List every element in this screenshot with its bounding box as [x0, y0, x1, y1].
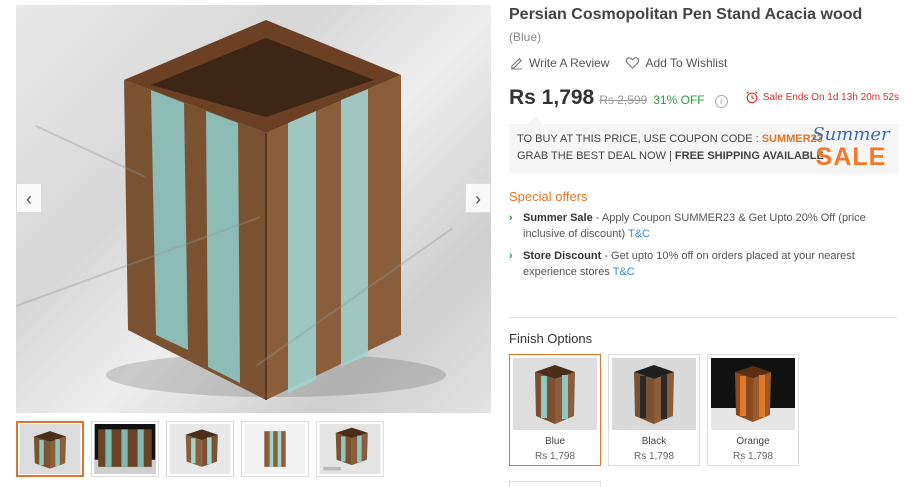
coupon-banner: TO BUY AT THIS PRICE, USE COUPON CODE : …	[509, 116, 899, 174]
product-main-image	[16, 5, 491, 413]
offer-text: Store Discount - Get upto 10% off on ord…	[523, 248, 899, 280]
special-offers-title: Special offers	[509, 189, 588, 204]
thumbnail-image	[244, 424, 306, 474]
finish-name: Black	[641, 436, 667, 447]
gallery-next-button[interactable]: ›	[465, 183, 491, 213]
finish-name: Blue	[544, 436, 565, 447]
sale-countdown: Sale Ends On 1d 13h 20m 52s	[745, 90, 899, 104]
heart-icon	[626, 57, 640, 69]
terms-link[interactable]: T&C	[628, 228, 650, 240]
product-title: Persian Cosmopolitan Pen Stand Acacia wo…	[509, 6, 863, 23]
thumbnail-image	[94, 424, 156, 474]
offer-item: › Summer Sale - Apply Coupon SUMMER23 & …	[509, 210, 899, 242]
gallery-thumbnail[interactable]	[316, 421, 384, 477]
finish-swatch-image	[612, 358, 696, 430]
gallery-thumbnails	[16, 421, 384, 477]
offer-name: Store Discount	[523, 250, 602, 262]
product-variant: (Blue)	[509, 30, 542, 44]
gallery-thumbnail[interactable]	[16, 421, 84, 477]
selling-price: Rs 1,798	[509, 86, 595, 109]
gallery-prev-button[interactable]: ‹	[16, 183, 42, 213]
product-info-panel: Persian Cosmopolitan Pen Stand Acacia wo…	[509, 5, 899, 466]
finish-swatch-image	[513, 358, 597, 430]
chevron-right-icon: ›	[509, 250, 513, 262]
next-section-card	[509, 481, 601, 487]
pen-stand-illustration	[106, 20, 446, 400]
offer-text: Summer Sale - Apply Coupon SUMMER23 & Ge…	[523, 210, 899, 242]
write-review-button[interactable]: Write A Review	[509, 55, 609, 70]
finish-option-blue[interactable]: Blue Rs 1,798	[509, 354, 601, 466]
free-shipping-text: FREE SHIPPING AVAILABLE	[674, 150, 824, 162]
finish-swatch-image	[711, 358, 795, 430]
offer-name: Summer Sale	[523, 212, 593, 224]
finish-option-black[interactable]: Black Rs 1,798	[608, 354, 700, 466]
coupon-instruction: TO BUY AT THIS PRICE, USE COUPON CODE :	[517, 133, 762, 145]
finish-options-title: Finish Options	[509, 331, 593, 346]
add-to-wishlist-label: Add To Wishlist	[645, 55, 728, 70]
mrp-price: Rs 2,599	[599, 93, 648, 107]
write-review-label: Write A Review	[529, 55, 610, 70]
offer-item: › Store Discount - Get upto 10% off on o…	[509, 248, 899, 280]
terms-link[interactable]: T&C	[613, 266, 635, 278]
finish-price: Rs 1,798	[534, 451, 576, 462]
finish-name: Orange	[736, 436, 770, 447]
pencil-icon	[510, 57, 523, 70]
sale-countdown-text: Sale Ends On 1d 13h 20m 52s	[762, 91, 899, 103]
sale-logo-word: SALE	[815, 143, 887, 171]
summer-sale-logo: Summer SALE	[807, 126, 895, 174]
alarm-clock-icon	[746, 91, 758, 104]
deal-text: GRAB THE BEST DEAL NOW |	[517, 150, 675, 162]
thumbnail-image	[169, 424, 231, 474]
finish-option-orange[interactable]: Orange Rs 1,798	[707, 354, 799, 466]
add-to-wishlist-button[interactable]: Add To Wishlist	[625, 55, 727, 70]
thumbnail-image	[319, 424, 381, 474]
gallery-thumbnail[interactable]	[91, 421, 159, 477]
finish-options-list: Blue Rs 1,798 Black Rs 1,798 Orange Rs 1…	[509, 354, 899, 466]
gallery-thumbnail[interactable]	[241, 421, 309, 477]
price-row: Rs 1,798 Rs 2,599 31% OFF i Sale Ends On…	[509, 86, 899, 110]
chevron-right-icon: ›	[509, 212, 513, 224]
product-actions: Write A Review Add To Wishlist	[509, 55, 899, 70]
thumbnail-image	[19, 424, 81, 474]
discount-badge: 31% OFF	[653, 93, 705, 107]
summer-logo-word: Summer	[812, 124, 890, 145]
finish-price: Rs 1,798	[732, 451, 774, 462]
finish-price: Rs 1,798	[633, 451, 675, 462]
section-divider	[509, 317, 897, 318]
price-info-icon[interactable]: i	[714, 95, 728, 108]
gallery-thumbnail[interactable]	[166, 421, 234, 477]
